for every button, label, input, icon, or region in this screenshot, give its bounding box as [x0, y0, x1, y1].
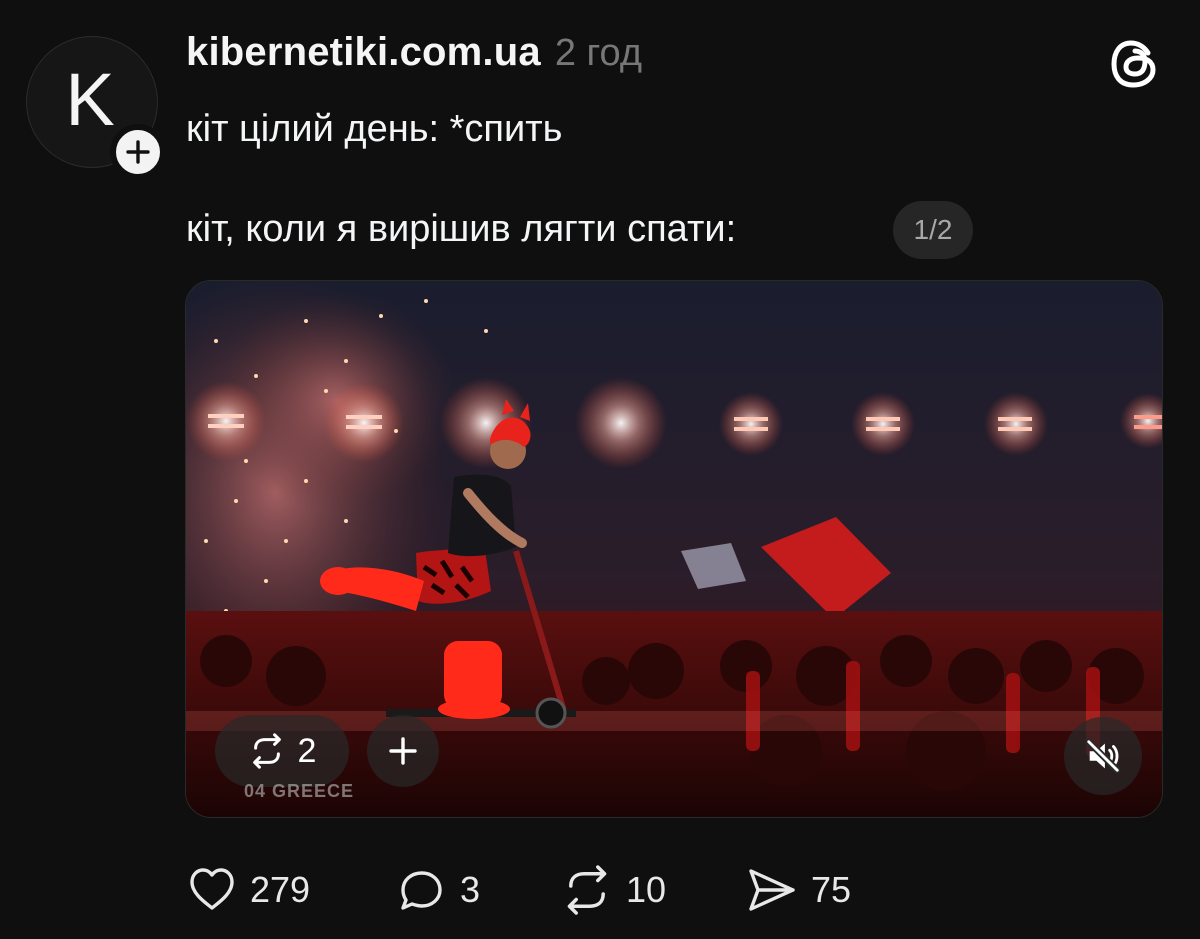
post-header: kibernetiki.com.ua 2 год — [186, 30, 642, 75]
video-add-button[interactable] — [367, 715, 439, 787]
threads-logo-icon[interactable] — [1108, 36, 1164, 92]
post-time: 2 год — [554, 32, 643, 74]
send-icon — [749, 869, 795, 911]
media-page-indicator: 1/2 — [893, 201, 973, 259]
comment-icon — [401, 871, 442, 910]
speaker-muted-icon — [1085, 738, 1121, 774]
post-text-line1: кіт цілий день: *спить — [186, 108, 563, 150]
username[interactable]: kibernetiki.com.ua — [186, 30, 541, 75]
mute-toggle[interactable] — [1064, 717, 1142, 795]
repost-count: 10 — [626, 869, 667, 910]
heart-icon — [190, 868, 234, 910]
comment-count: 3 — [460, 869, 481, 910]
comment-button[interactable]: 3 — [396, 860, 480, 920]
share-count: 75 — [811, 869, 852, 910]
video-repost-count: 2 — [297, 731, 317, 770]
like-button[interactable]: 279 — [186, 860, 310, 920]
follow-button[interactable] — [110, 124, 166, 180]
video-watermark: 04 GREECE — [244, 781, 355, 801]
share-button[interactable]: 75 — [745, 860, 851, 920]
post-text-line2: кіт, коли я вирішив лягти спати: — [186, 208, 737, 250]
like-count: 279 — [250, 869, 311, 910]
repost-button[interactable]: 10 — [560, 860, 666, 920]
plus-icon — [389, 737, 417, 765]
video-repost-button[interactable]: 2 — [215, 715, 349, 787]
plus-icon — [126, 140, 150, 164]
repost-icon — [252, 733, 281, 769]
media-video[interactable]: 2 04 GREECE — [185, 280, 1163, 818]
repost-icon — [567, 865, 607, 915]
avatar-letter: K — [65, 58, 115, 141]
